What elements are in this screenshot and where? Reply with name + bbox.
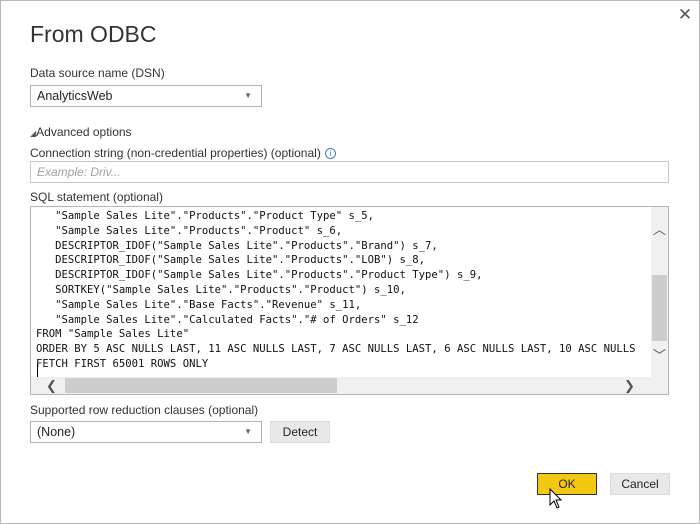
from-odbc-dialog: From ODBC ✕ Data source name (DSN) Analy… [0,0,700,524]
sql-line: "Sample Sales Lite"."Products"."Product"… [36,224,343,237]
cancel-button[interactable]: Cancel [610,473,670,495]
vertical-scrollbar[interactable]: ︿ ﹀ [651,207,668,378]
sql-line: FROM "Sample Sales Lite" [36,328,190,341]
info-icon[interactable]: i [324,148,336,159]
advanced-options-toggle[interactable]: ◢Advanced options [30,125,132,139]
sql-statement-label: SQL statement (optional) [30,190,163,204]
scroll-up-icon[interactable]: ︿ [651,221,668,238]
detect-button[interactable]: Detect [270,421,330,443]
dsn-label: Data source name (DSN) [30,66,165,80]
connection-string-label-row: Connection string (non-credential proper… [30,146,336,160]
close-icon[interactable]: ✕ [677,5,693,24]
row-reduction-dropdown[interactable]: (None) ▼ [30,421,262,443]
scroll-down-icon[interactable]: ﹀ [651,347,668,364]
chevron-down-icon: ▼ [244,91,252,100]
dialog-title: From ODBC [30,21,157,47]
row-reduction-value: (None) [37,425,76,439]
connection-string-input[interactable]: Example: Driv... [30,161,669,183]
horizontal-scroll-thumb[interactable] [65,378,337,393]
sql-line: SORTKEY("Sample Sales Lite"."Products"."… [36,283,406,296]
sql-line: "Sample Sales Lite"."Calculated Facts"."… [36,313,419,326]
dsn-value: AnalyticsWeb [37,89,113,103]
scrollbar-corner [651,377,668,394]
sql-line: FETCH FIRST 65001 ROWS ONLY [36,357,209,370]
connection-string-placeholder: Example: Driv... [37,165,121,179]
horizontal-scrollbar[interactable]: ❮ ❯ [31,377,651,394]
sql-line: DESCRIPTOR_IDOF("Sample Sales Lite"."Pro… [36,269,483,282]
connection-string-label: Connection string (non-credential proper… [30,146,321,160]
chevron-down-icon: ▼ [244,427,252,436]
sql-line: DESCRIPTOR_IDOF("Sample Sales Lite"."Pro… [36,239,438,252]
scroll-left-icon[interactable]: ❮ [43,377,60,394]
scroll-right-icon[interactable]: ❯ [621,377,638,394]
text-caret [37,364,38,377]
sql-line: ORDER BY 5 ASC NULLS LAST, 11 ASC NULLS … [36,343,636,356]
dsn-dropdown[interactable]: AnalyticsWeb ▼ [30,85,262,107]
sql-line: "Sample Sales Lite"."Base Facts"."Revenu… [36,298,362,311]
row-reduction-label: Supported row reduction clauses (optiona… [30,403,259,417]
sql-statement-text: "Sample Sales Lite"."Products"."Product … [36,209,636,372]
sql-statement-textarea[interactable]: "Sample Sales Lite"."Products"."Product … [30,206,669,395]
advanced-options-label: Advanced options [36,125,132,139]
mouse-cursor-icon [549,488,563,509]
sql-line: DESCRIPTOR_IDOF("Sample Sales Lite"."Pro… [36,254,426,267]
ok-button[interactable]: OK [537,473,597,495]
vertical-scroll-thumb[interactable] [652,275,667,341]
sql-line: "Sample Sales Lite"."Products"."Product … [36,210,375,222]
